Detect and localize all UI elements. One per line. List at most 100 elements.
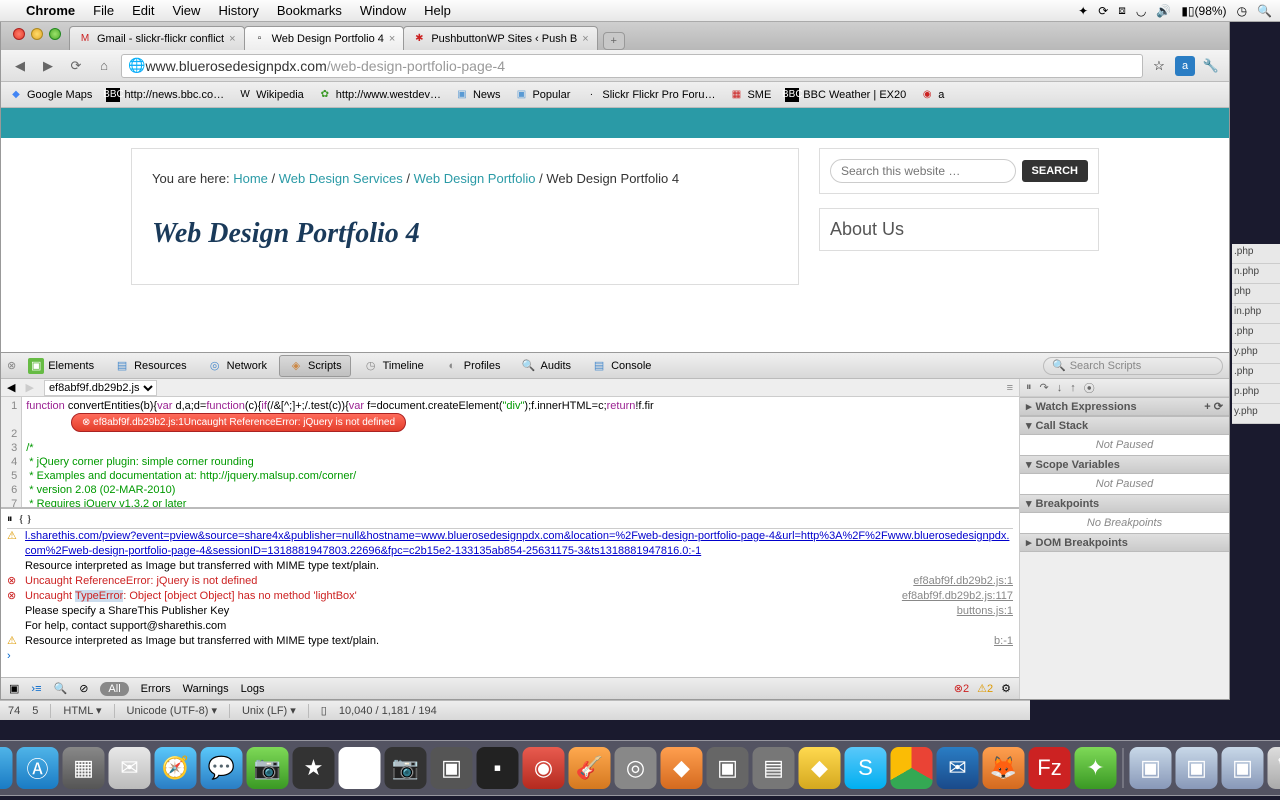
console-prompt[interactable]: › [7,649,11,664]
tab-console[interactable]: ▤Console [583,356,659,376]
minimize-button[interactable] [31,28,43,40]
gear-icon[interactable]: ⚙ [1001,682,1011,695]
filezilla-icon[interactable]: Fz [1029,747,1071,789]
bm-popular[interactable]: ▣Popular [514,88,570,102]
eol-select[interactable]: Unix (LF) ▾ [242,704,296,717]
step-over-icon[interactable]: ↷ [1040,381,1049,394]
bm-googlemaps[interactable]: ◆Google Maps [9,88,92,102]
watch-section[interactable]: ▸ Watch Expressions+ ⟳ [1020,397,1229,416]
app-icon[interactable]: ◎ [615,747,657,789]
deactivate-bp-icon[interactable]: ⦿ [1084,380,1095,396]
app-name[interactable]: Chrome [26,3,75,18]
app-icon[interactable]: ◆ [799,747,841,789]
app-icon[interactable]: ◉ [523,747,565,789]
close-tab-icon[interactable]: × [229,33,235,45]
imovie-icon[interactable]: ★ [293,747,335,789]
wifi-icon[interactable]: ◡ [1136,4,1146,18]
zoom-button[interactable] [49,28,61,40]
encoding-select[interactable]: Unicode (UTF-8) ▾ [127,704,217,717]
bc-portfolio[interactable]: Web Design Portfolio [414,171,536,186]
tab-network[interactable]: ◎Network [199,356,275,376]
menu-history[interactable]: History [218,3,258,18]
error-count[interactable]: ⊗2 [954,682,969,695]
sync-icon[interactable]: ⟳ [1098,4,1108,18]
dock-icon[interactable]: ▣ [9,682,19,695]
terminal-icon[interactable]: ▪ [477,747,519,789]
facetime-icon[interactable]: 📷 [247,747,289,789]
menu-edit[interactable]: Edit [132,3,154,18]
chrome-icon[interactable] [891,747,933,789]
bm-westdev[interactable]: ✿http://www.westdev… [318,88,441,102]
tab-resources[interactable]: ▤Resources [106,356,195,376]
app-icon[interactable]: ▣ [431,747,473,789]
search-button[interactable]: SEARCH [1022,160,1088,182]
trash-icon[interactable]: 🗑 [1268,747,1280,789]
site-nav[interactable] [1,108,1229,138]
bm-a[interactable]: ◉a [920,88,944,102]
pause-button[interactable]: ⏸ [1026,381,1032,394]
menu-window[interactable]: Window [360,3,406,18]
app-icon[interactable]: ◆ [661,747,703,789]
extension-icon[interactable]: a [1175,56,1195,76]
search-scripts-input[interactable]: 🔍Search Scripts [1043,357,1223,375]
appstore-icon[interactable]: Ⓐ [17,747,59,789]
missioncontrol-icon[interactable]: ▦ [63,747,105,789]
folder-icon[interactable]: ▣ [1130,747,1172,789]
evernote-icon[interactable]: ✦ [1078,4,1088,18]
bm-bbc[interactable]: BBChttp://news.bbc.co… [106,88,224,102]
firefox-icon[interactable]: 🦊 [983,747,1025,789]
tab-gmail[interactable]: M Gmail - slickr-flickr conflict × [69,26,245,50]
filter-warnings[interactable]: Warnings [183,683,229,695]
folder-icon[interactable]: ▣ [1222,747,1264,789]
home-button[interactable]: ⌂ [93,55,115,77]
devtools-close-icon[interactable]: ⊗ [7,359,16,372]
script-file-select[interactable]: ef8abf9f.db29b2.js [44,380,157,396]
bm-slickr[interactable]: ·Slickr Flickr Pro Foru… [584,88,715,102]
bluetooth-icon[interactable]: ⧈ [1118,3,1126,18]
clear-icon[interactable]: ⊘ [79,682,88,695]
tab-pushbutton[interactable]: ✱ PushbuttonWP Sites ‹ Push B × [403,26,597,50]
console-loc[interactable]: ef8abf9f.db29b2.js:117 [902,589,1013,604]
prev-script-icon[interactable]: ◀ [7,381,15,394]
thunderbird-icon[interactable]: ✉ [937,747,979,789]
step-out-icon[interactable]: ↑ [1070,382,1076,394]
star-icon[interactable]: ☆ [1149,56,1169,76]
tab-timeline[interactable]: ◷Timeline [355,356,432,376]
garageband-icon[interactable]: 🎸 [569,747,611,789]
address-bar[interactable]: 🌐 www.bluerosedesignpdx.com/web-design-p… [121,54,1143,78]
filter-logs[interactable]: Logs [241,683,265,695]
menu-bookmarks[interactable]: Bookmarks [277,3,342,18]
clock-icon[interactable]: ◷ [1237,4,1247,18]
ical-icon[interactable]: 17 [339,747,381,789]
bm-news[interactable]: ▣News [455,88,501,102]
app-icon[interactable]: ▣ [707,747,749,789]
scope-section[interactable]: ▾ Scope Variables [1020,455,1229,474]
tab-audits[interactable]: 🔍Audits [512,356,579,376]
close-tab-icon[interactable]: × [582,33,588,45]
mail-icon[interactable]: ✉ [109,747,151,789]
volume-icon[interactable]: 🔊 [1156,4,1171,18]
bm-weather[interactable]: BBCBBC Weather | EX20 [785,88,906,102]
warn-count[interactable]: ⚠2 [977,682,993,695]
menu-file[interactable]: File [93,3,114,18]
back-button[interactable]: ◀ [9,55,31,77]
console-toggle-icon[interactable]: ›≡ [31,683,41,695]
bc-services[interactable]: Web Design Services [279,171,403,186]
tab-portfolio[interactable]: ▫ Web Design Portfolio 4 × [244,26,405,50]
battery-icon[interactable]: ▮▯ (98%) [1181,4,1226,18]
search-input[interactable] [830,159,1016,183]
bm-wikipedia[interactable]: WWikipedia [238,88,304,102]
app-icon[interactable]: ▤ [753,747,795,789]
source-pane[interactable]: 1234567891011 function convertEntities(b… [1,397,1019,507]
tab-profiles[interactable]: ◐Profiles [436,356,509,376]
finder-icon[interactable]: ☻ [0,747,13,789]
photobooth-icon[interactable]: 📷 [385,747,427,789]
search-icon[interactable]: 🔍 [54,682,68,695]
console-link[interactable]: l.sharethis.com/pview?event=pview&source… [25,530,1009,557]
pause-on-exception-icon[interactable]: ⏸ [7,513,13,526]
close-tab-icon[interactable]: × [389,33,395,45]
bm-sme[interactable]: ▦SME [729,88,771,102]
spotlight-icon[interactable]: 🔍 [1257,4,1272,18]
new-tab-button[interactable]: + [603,32,625,50]
format-icon[interactable]: ≡ [1007,382,1013,394]
